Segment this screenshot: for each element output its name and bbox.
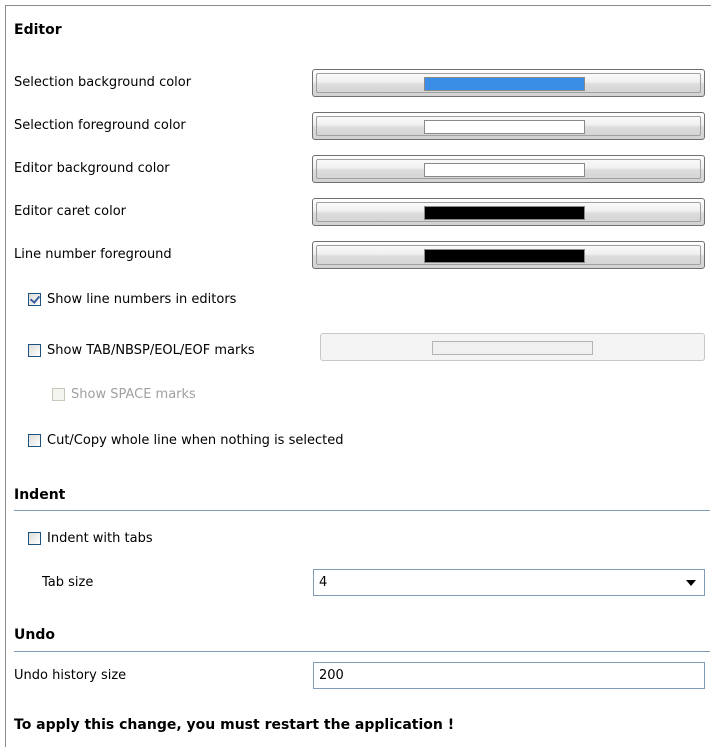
selection-foreground-color-button[interactable]	[312, 112, 705, 140]
indent-with-tabs-label: Indent with tabs	[47, 530, 153, 546]
show-line-numbers-checkbox[interactable]: Show line numbers in editors	[28, 289, 236, 309]
undo-history-label: Undo history size	[14, 668, 127, 683]
editor-background-swatch	[424, 163, 585, 177]
section-title-editor: Editor	[14, 22, 62, 38]
marks-swatch	[432, 341, 593, 355]
chevron-down-icon[interactable]	[686, 580, 696, 586]
show-marks-checkbox[interactable]: Show TAB/NBSP/EOL/EOF marks	[28, 340, 255, 360]
checkbox-icon	[28, 343, 41, 357]
section-title-indent: Indent	[14, 487, 66, 503]
line-number-foreground-label: Line number foreground	[14, 247, 172, 262]
indent-with-tabs-checkbox[interactable]: Indent with tabs	[28, 528, 153, 548]
restart-notice: To apply this change, you must restart t…	[14, 717, 455, 733]
cut-copy-line-label: Cut/Copy whole line when nothing is sele…	[47, 432, 344, 448]
section-divider	[14, 651, 710, 652]
show-line-numbers-label: Show line numbers in editors	[47, 291, 237, 307]
selection-background-color-button[interactable]	[312, 69, 705, 97]
editor-caret-swatch	[424, 206, 585, 220]
selection-background-swatch	[424, 77, 585, 91]
selection-background-label: Selection background color	[14, 75, 192, 90]
marks-color-button	[320, 333, 705, 361]
editor-background-label: Editor background color	[14, 161, 170, 176]
line-number-foreground-swatch	[424, 249, 585, 263]
checkbox-icon	[28, 531, 41, 545]
selection-foreground-swatch	[424, 120, 585, 134]
editor-background-color-button[interactable]	[312, 155, 705, 183]
section-divider	[14, 510, 710, 511]
section-title-undo: Undo	[14, 627, 55, 643]
checkbox-icon	[28, 433, 41, 447]
tab-size-label: Tab size	[42, 575, 94, 590]
tab-size-select[interactable]: 4	[313, 569, 705, 596]
editor-caret-color-button[interactable]	[312, 198, 705, 226]
show-marks-label: Show TAB/NBSP/EOL/EOF marks	[47, 342, 255, 358]
cut-copy-line-checkbox[interactable]: Cut/Copy whole line when nothing is sele…	[28, 430, 343, 450]
show-space-marks-label: Show SPACE marks	[71, 386, 196, 402]
undo-history-input[interactable]: 200	[313, 662, 705, 689]
tab-size-value: 4	[319, 575, 328, 590]
show-space-marks-checkbox: Show SPACE marks	[52, 384, 196, 404]
line-number-foreground-color-button[interactable]	[312, 241, 705, 269]
selection-foreground-label: Selection foreground color	[14, 118, 186, 133]
checkbox-checked-icon	[28, 292, 41, 306]
checkbox-disabled-icon	[52, 387, 65, 401]
editor-caret-label: Editor caret color	[14, 204, 127, 219]
